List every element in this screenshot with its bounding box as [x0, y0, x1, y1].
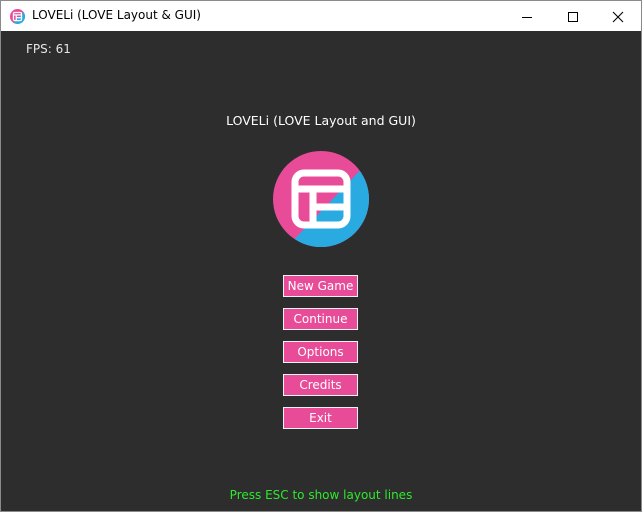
app-window: LOVELi (LOVE Layout & GUI) FPS: 61 LOVEL… — [0, 0, 642, 512]
close-icon — [612, 11, 624, 23]
game-title: LOVELi (LOVE Layout and GUI) — [226, 113, 416, 128]
window-title: LOVELi (LOVE Layout & GUI) — [32, 8, 201, 22]
minimize-icon — [522, 17, 532, 18]
minimize-button[interactable] — [504, 1, 550, 31]
exit-button[interactable]: Exit — [283, 407, 358, 429]
loveli-logo-icon — [10, 9, 25, 24]
game-canvas[interactable]: FPS: 61 LOVELi (LOVE Layout and GUI) New… — [1, 31, 641, 511]
continue-button[interactable]: Continue — [283, 308, 358, 330]
layout-hint: Press ESC to show layout lines — [229, 488, 413, 502]
fps-counter: FPS: 61 — [26, 42, 71, 56]
maximize-icon — [568, 12, 578, 22]
title-bar[interactable]: LOVELi (LOVE Layout & GUI) — [1, 1, 641, 31]
options-button[interactable]: Options — [283, 341, 358, 363]
maximize-button[interactable] — [550, 1, 596, 31]
new-game-button[interactable]: New Game — [283, 275, 358, 297]
loveli-logo-icon — [273, 151, 369, 247]
credits-button[interactable]: Credits — [283, 374, 358, 396]
close-button[interactable] — [595, 1, 641, 31]
